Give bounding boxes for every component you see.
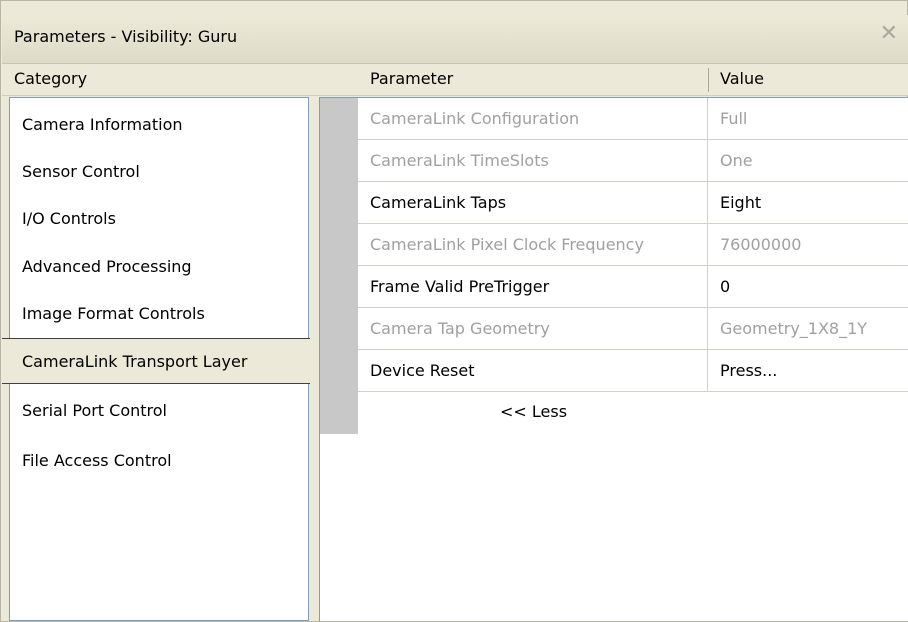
param-row-cameralink-configuration[interactable]: CameraLink Configuration Full bbox=[358, 98, 908, 140]
category-item-advanced-processing[interactable]: Advanced Processing bbox=[10, 244, 308, 290]
param-value[interactable]: 0 bbox=[720, 266, 730, 308]
column-divider bbox=[707, 224, 708, 266]
param-row-camera-tap-geometry[interactable]: Camera Tap Geometry Geometry_1X8_1Y bbox=[358, 308, 908, 350]
param-value: One bbox=[720, 151, 753, 170]
param-row-frame-valid-pretrigger[interactable]: Frame Valid PreTrigger 0 bbox=[358, 266, 908, 308]
less-button[interactable]: << Less bbox=[500, 402, 567, 421]
column-divider bbox=[707, 350, 708, 392]
category-list: Camera Information Sensor Control I/O Co… bbox=[2, 97, 310, 621]
category-item-image-format-controls[interactable]: Image Format Controls bbox=[10, 291, 308, 337]
category-item-io-controls[interactable]: I/O Controls bbox=[10, 196, 308, 242]
title-bar: Parameters - Visibility: Guru ✕ bbox=[2, 15, 908, 64]
category-item-camera-information[interactable]: Camera Information bbox=[10, 102, 308, 148]
column-divider bbox=[707, 182, 708, 224]
param-value: 76000000 bbox=[720, 235, 802, 254]
category-item-cameralink-transport-layer[interactable]: CameraLink Transport Layer bbox=[2, 338, 310, 384]
header-divider[interactable] bbox=[708, 68, 709, 92]
param-row-cameralink-timeslots[interactable]: CameraLink TimeSlots One bbox=[358, 140, 908, 182]
param-name: CameraLink TimeSlots bbox=[370, 151, 549, 170]
param-name: Camera Tap Geometry bbox=[370, 319, 550, 338]
category-header: Category bbox=[14, 69, 88, 88]
param-name: Frame Valid PreTrigger bbox=[370, 277, 550, 296]
parameter-header[interactable]: Parameter bbox=[370, 69, 453, 88]
column-divider bbox=[707, 140, 708, 182]
param-row-cameralink-pixel-clock-frequency[interactable]: CameraLink Pixel Clock Frequency 7600000… bbox=[358, 224, 908, 266]
param-row-device-reset[interactable]: Device Reset Press... bbox=[358, 350, 908, 392]
row-gutter bbox=[320, 98, 358, 434]
param-name: CameraLink Configuration bbox=[370, 109, 580, 128]
param-value: Geometry_1X8_1Y bbox=[720, 319, 868, 338]
param-name: CameraLink Pixel Clock Frequency bbox=[370, 235, 644, 254]
column-divider bbox=[707, 98, 708, 140]
parameters-window: Parameters - Visibility: Guru ✕ Category… bbox=[0, 0, 908, 622]
param-value: Full bbox=[720, 109, 748, 128]
value-header[interactable]: Value bbox=[720, 69, 764, 88]
parameter-grid: CameraLink Configuration Full CameraLink… bbox=[319, 97, 908, 621]
category-item-sensor-control[interactable]: Sensor Control bbox=[10, 149, 308, 195]
param-name: Device Reset bbox=[370, 361, 475, 380]
column-headers: Category Parameter Value bbox=[2, 64, 908, 96]
param-row-cameralink-taps[interactable]: CameraLink Taps Eight bbox=[358, 182, 908, 224]
close-icon[interactable]: ✕ bbox=[880, 23, 898, 45]
param-name: CameraLink Taps bbox=[370, 193, 507, 212]
param-value[interactable]: Eight bbox=[720, 182, 761, 224]
device-reset-button[interactable]: Press... bbox=[720, 350, 777, 392]
category-item-serial-port-control[interactable]: Serial Port Control bbox=[10, 388, 308, 434]
window-title: Parameters - Visibility: Guru bbox=[14, 27, 238, 46]
column-divider bbox=[707, 266, 708, 308]
category-item-file-access-control[interactable]: File Access Control bbox=[10, 438, 308, 484]
column-divider bbox=[707, 308, 708, 350]
